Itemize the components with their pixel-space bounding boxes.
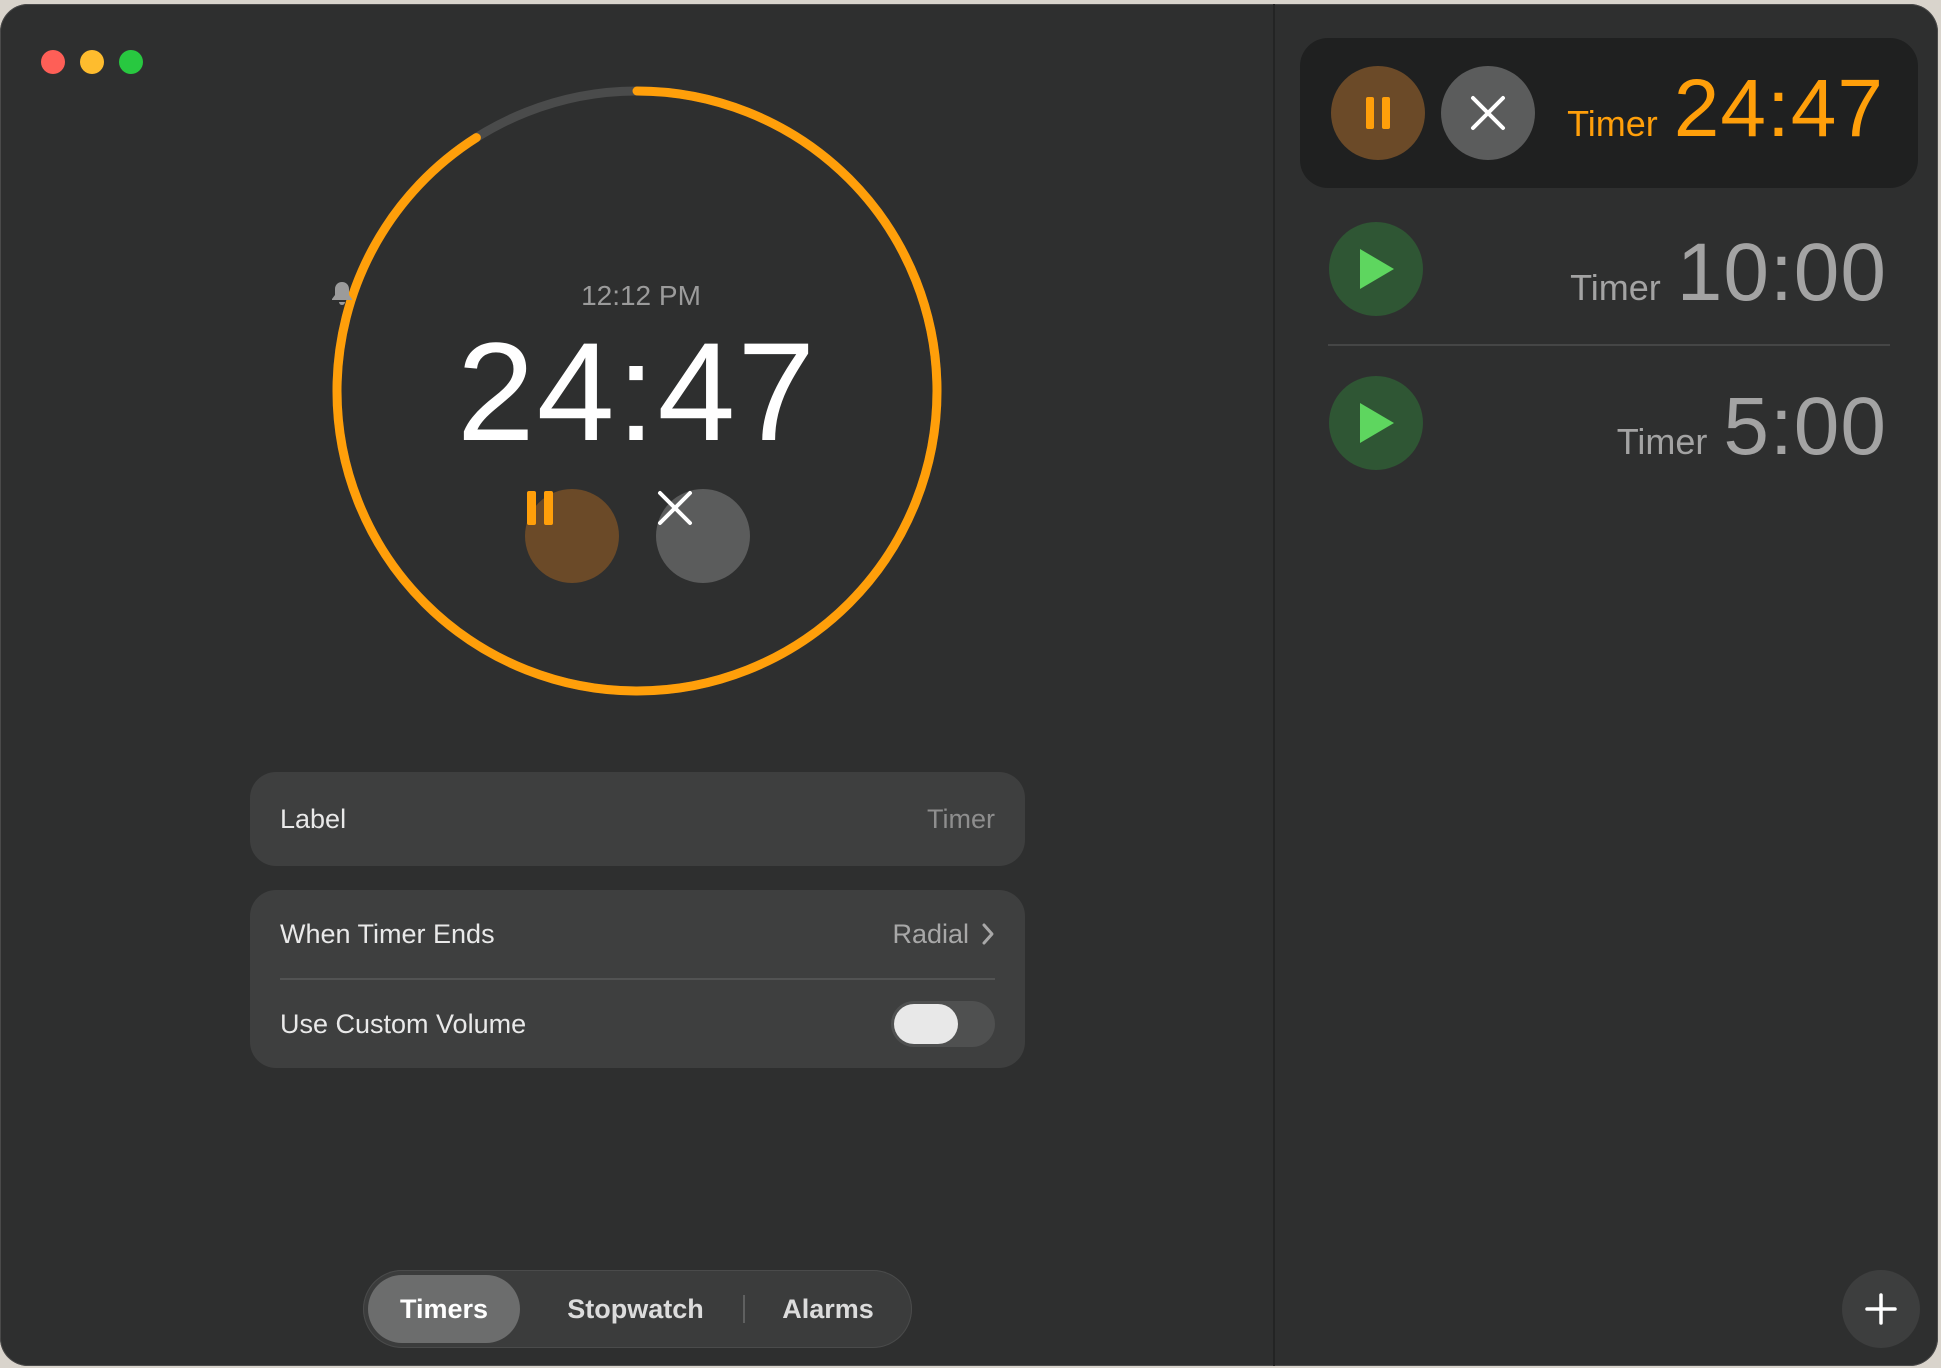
play-icon bbox=[1360, 249, 1394, 289]
running-timer-entry: Timer 24:47 bbox=[1567, 68, 1884, 150]
start-timer-button[interactable] bbox=[1329, 376, 1423, 470]
pause-button[interactable] bbox=[525, 489, 619, 583]
timer-time: 5:00 bbox=[1723, 381, 1887, 472]
label-card[interactable]: Label Timer bbox=[250, 772, 1025, 866]
pause-icon bbox=[1366, 97, 1390, 129]
tab-alarms[interactable]: Alarms bbox=[755, 1275, 901, 1343]
running-timer-card[interactable]: Timer 24:47 bbox=[1300, 38, 1918, 188]
preset-timer-entry[interactable]: Timer 10:00 bbox=[1570, 232, 1887, 314]
plus-icon bbox=[1865, 1293, 1897, 1325]
tab-timers[interactable]: Timers bbox=[368, 1275, 520, 1343]
timer-time: 24:47 bbox=[1673, 63, 1884, 154]
panel-divider bbox=[1273, 4, 1275, 1366]
close-icon bbox=[1471, 96, 1505, 130]
timer-time: 10:00 bbox=[1676, 227, 1887, 318]
close-window-button[interactable] bbox=[41, 50, 65, 74]
timer-progress-ring: 12:12 PM 24:47 bbox=[330, 84, 944, 698]
cancel-button[interactable] bbox=[656, 489, 750, 583]
zoom-window-button[interactable] bbox=[119, 50, 143, 74]
clock-window: 12:12 PM 24:47 Label Timer When Timer En… bbox=[0, 4, 1938, 1366]
label-row[interactable]: Label Timer bbox=[280, 775, 995, 863]
when-timer-ends-title: When Timer Ends bbox=[280, 918, 495, 949]
toggle-knob bbox=[894, 1004, 958, 1044]
list-cancel-button[interactable] bbox=[1441, 66, 1535, 160]
list-divider bbox=[1328, 344, 1890, 346]
tab-stopwatch[interactable]: Stopwatch bbox=[548, 1275, 723, 1343]
timer-label: Timer bbox=[1570, 267, 1661, 308]
minimize-window-button[interactable] bbox=[80, 50, 104, 74]
add-timer-button[interactable] bbox=[1842, 1270, 1920, 1348]
custom-volume-row: Use Custom Volume bbox=[280, 980, 995, 1068]
list-pause-button[interactable] bbox=[1331, 66, 1425, 160]
timer-label: Timer bbox=[1616, 421, 1708, 462]
chevron-right-icon bbox=[982, 923, 994, 945]
pause-icon bbox=[527, 491, 553, 525]
when-timer-ends-value[interactable]: Radial bbox=[892, 919, 995, 950]
timer-label: Timer bbox=[1567, 103, 1658, 144]
alarm-time-line: 12:12 PM bbox=[330, 280, 944, 312]
timer-end-settings-card: When Timer Ends Radial Use Custom Volume bbox=[250, 890, 1025, 1068]
when-timer-ends-row[interactable]: When Timer Ends Radial bbox=[280, 890, 995, 978]
start-timer-button[interactable] bbox=[1329, 222, 1423, 316]
alarm-time: 12:12 PM bbox=[581, 280, 701, 311]
custom-volume-title: Use Custom Volume bbox=[280, 1008, 527, 1039]
close-icon bbox=[658, 491, 692, 525]
view-tabs: Timers Stopwatch Alarms bbox=[363, 1270, 912, 1348]
preset-timer-entry[interactable]: Timer 5:00 bbox=[1617, 386, 1887, 468]
label-title: Label bbox=[280, 803, 347, 834]
custom-volume-toggle[interactable] bbox=[891, 1001, 995, 1047]
play-icon bbox=[1360, 403, 1394, 443]
remaining-time: 24:47 bbox=[456, 313, 818, 470]
sound-name: Radial bbox=[892, 918, 969, 949]
tab-separator bbox=[743, 1295, 745, 1323]
label-input[interactable]: Timer bbox=[927, 804, 995, 835]
